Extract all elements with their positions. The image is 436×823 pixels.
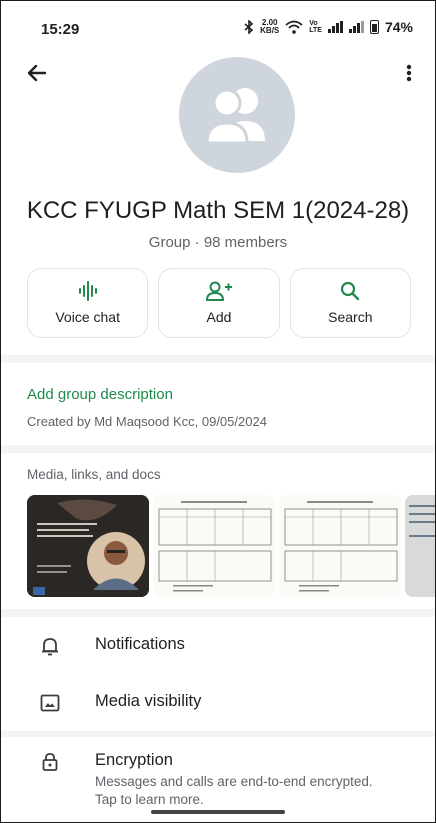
- search-label: Search: [328, 309, 373, 325]
- back-arrow-icon[interactable]: [23, 59, 51, 87]
- status-bar: 15:29 2.00 KB/S Vo LTE 74%: [1, 1, 435, 39]
- volte-icon: Vo LTE: [309, 20, 322, 34]
- group-people-icon: [205, 88, 265, 145]
- add-label: Add: [206, 309, 232, 325]
- signal-icon-1: [327, 21, 343, 33]
- media-thumbnails: [27, 495, 435, 597]
- status-time: 15:29: [41, 21, 80, 38]
- media-section-title[interactable]: Media, links, and docs: [27, 467, 161, 482]
- section-divider: [1, 445, 435, 453]
- network-speed: 2.00 KB/S: [260, 18, 280, 35]
- encryption-row[interactable]: Encryption Messages and calls are end-to…: [1, 741, 435, 813]
- more-options-icon[interactable]: [403, 59, 415, 87]
- add-group-description-link[interactable]: Add group description: [27, 386, 173, 403]
- group-name: KCC FYUGP Math SEM 1(2024-28): [26, 197, 410, 224]
- battery-icon: [369, 20, 379, 34]
- created-by-text: Created by Md Maqsood Kcc, 09/05/2024: [27, 414, 267, 429]
- media-visibility-label: Media visibility: [95, 692, 202, 710]
- voice-chat-label: Voice chat: [55, 309, 120, 325]
- encryption-label: Encryption: [95, 751, 173, 769]
- encryption-description: Messages and calls are end-to-end encryp…: [95, 774, 373, 807]
- battery-level: 74%: [384, 19, 413, 35]
- add-person-icon: [205, 281, 232, 301]
- wifi-icon: [285, 20, 303, 34]
- media-thumbnail-poster[interactable]: [27, 495, 149, 597]
- media-thumbnail-document-1[interactable]: [153, 495, 275, 597]
- section-divider: [1, 355, 435, 363]
- section-divider: [1, 731, 435, 737]
- document-image: [153, 495, 275, 597]
- notifications-label: Notifications: [95, 635, 185, 653]
- media-visibility-row[interactable]: Media visibility: [1, 679, 435, 727]
- search-button[interactable]: Search: [289, 268, 411, 338]
- voice-chat-button[interactable]: Voice chat: [27, 268, 149, 338]
- group-info-screen: 15:29 2.00 KB/S Vo LTE 74% KCC FYUGP Math …: [0, 0, 436, 823]
- bell-icon: [42, 638, 58, 656]
- status-icons: 2.00 KB/S Vo LTE 74%: [244, 19, 413, 35]
- media-thumbnail-document-2[interactable]: [279, 495, 401, 597]
- poster-image: [27, 495, 149, 597]
- bluetooth-icon: [244, 20, 254, 34]
- image-icon: [40, 694, 60, 712]
- media-thumbnail-photo[interactable]: [405, 495, 435, 597]
- home-indicator[interactable]: [151, 810, 285, 814]
- signal-icon-2: [348, 21, 364, 33]
- voice-waveform-icon: [78, 281, 97, 301]
- group-avatar[interactable]: [179, 57, 295, 173]
- photo-image: [405, 495, 435, 597]
- section-divider: [1, 609, 435, 617]
- search-icon: [341, 281, 360, 301]
- notifications-row[interactable]: Notifications: [1, 623, 435, 671]
- add-member-button[interactable]: Add: [158, 268, 280, 338]
- lock-icon: [42, 753, 58, 771]
- group-member-count: Group · 98 members: [148, 234, 288, 251]
- action-buttons: Voice chat Add Search: [27, 268, 411, 338]
- document-image: [279, 495, 401, 597]
